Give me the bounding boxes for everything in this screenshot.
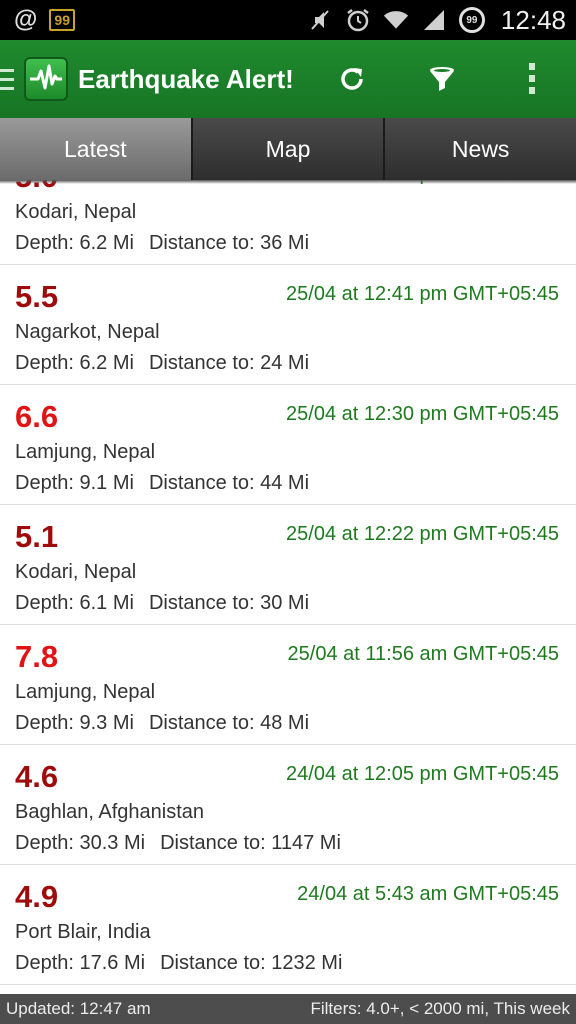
quake-location: Port Blair, India bbox=[15, 921, 151, 943]
quake-distance: Distance to: 48 Mi bbox=[148, 712, 310, 734]
quake-details: Depth: 9.3 Mi Distance to: 48 Mi bbox=[15, 712, 309, 735]
quake-details: Depth: 30.3 Mi Distance to: 1147 Mi bbox=[15, 832, 341, 855]
tab-shadow bbox=[0, 180, 576, 184]
quake-depth: Depth: 17.6 Mi bbox=[15, 952, 146, 974]
quake-location: Baghlan, Afghanistan bbox=[15, 801, 205, 823]
quake-location: Kodari, Nepal bbox=[15, 561, 137, 583]
quake-magnitude: 6.6 bbox=[15, 399, 59, 434]
quake-distance: Distance to: 30 Mi bbox=[148, 592, 310, 614]
quake-time: 25/04 at 12:41 pm GMT+05:45 bbox=[286, 283, 559, 305]
quake-distance: Distance to: 1232 Mi bbox=[160, 952, 343, 974]
overflow-menu-icon bbox=[529, 63, 535, 94]
quake-depth: Depth: 6.1 Mi bbox=[15, 592, 134, 614]
quake-depth: Depth: 9.3 Mi bbox=[15, 712, 134, 734]
refresh-icon bbox=[341, 68, 363, 90]
quake-magnitude: 4.6 bbox=[15, 759, 59, 794]
quake-time: 25/04 at 12:30 pm GMT+05:45 bbox=[286, 403, 559, 425]
tab-latest[interactable]: Latest bbox=[0, 118, 193, 180]
quake-list-item[interactable]: 5.0 25/04 at 12:52 pm GMT+05:45 Kodari, … bbox=[0, 180, 576, 265]
quake-list[interactable]: 5.0 25/04 at 12:52 pm GMT+05:45 Kodari, … bbox=[0, 180, 576, 994]
signal-icon bbox=[421, 7, 447, 33]
mute-icon bbox=[307, 7, 333, 33]
quake-depth: Depth: 6.2 Mi bbox=[15, 232, 134, 254]
action-bar: Earthquake Alert! bbox=[0, 40, 576, 118]
clock-time: 12:48 bbox=[500, 4, 566, 35]
quake-magnitude: 5.5 bbox=[15, 279, 59, 314]
quake-depth: Depth: 6.2 Mi bbox=[15, 352, 134, 374]
quake-location: Lamjung, Nepal bbox=[15, 681, 156, 703]
alarm-icon bbox=[345, 7, 371, 33]
app-title: Earthquake Alert! bbox=[78, 63, 294, 94]
quake-distance: Distance to: 24 Mi bbox=[148, 352, 310, 374]
tab-news[interactable]: News bbox=[385, 118, 576, 180]
quake-list-item[interactable]: 5.5 25/04 at 12:41 pm GMT+05:45 Nagarkot… bbox=[0, 265, 576, 385]
battery-icon: 99 bbox=[458, 7, 485, 33]
quake-details: Depth: 6.1 Mi Distance to: 30 Mi bbox=[15, 592, 309, 615]
quake-list-item[interactable]: 5.1 25/04 at 12:22 pm GMT+05:45 Kodari, … bbox=[0, 505, 576, 625]
overflow-menu-button[interactable] bbox=[500, 40, 564, 118]
quake-location: Nagarkot, Nepal bbox=[15, 321, 160, 343]
quake-details: Depth: 17.6 Mi Distance to: 1232 Mi bbox=[15, 952, 342, 975]
quake-magnitude: 7.8 bbox=[15, 639, 59, 674]
quake-details: Depth: 6.2 Mi Distance to: 36 Mi bbox=[15, 232, 309, 255]
tab-map[interactable]: Map bbox=[192, 118, 386, 180]
filter-button[interactable] bbox=[410, 40, 474, 118]
quake-time: 24/04 at 5:43 am GMT+05:45 bbox=[297, 883, 559, 905]
quake-list-item[interactable]: 4.6 24/04 at 12:05 pm GMT+05:45 Baghlan,… bbox=[0, 745, 576, 865]
quake-distance: Distance to: 44 Mi bbox=[148, 472, 310, 494]
notification-badge-icon: 99 bbox=[49, 9, 75, 31]
quake-time: 24/04 at 12:05 pm GMT+05:45 bbox=[286, 763, 559, 785]
status-bar-right: 99 12:48 bbox=[307, 5, 566, 36]
quake-details: Depth: 9.1 Mi Distance to: 44 Mi bbox=[15, 472, 309, 495]
tab-bar: Latest Map News bbox=[0, 118, 576, 180]
quake-time: 25/04 at 12:22 pm GMT+05:45 bbox=[286, 523, 559, 545]
menu-icon[interactable] bbox=[0, 40, 22, 118]
wifi-icon bbox=[383, 7, 409, 33]
quake-location: Kodari, Nepal bbox=[15, 201, 137, 223]
filter-icon bbox=[430, 67, 454, 91]
quake-list-item[interactable]: 6.6 25/04 at 12:30 pm GMT+05:45 Lamjung,… bbox=[0, 385, 576, 505]
app-logo-icon[interactable] bbox=[24, 57, 68, 101]
quake-magnitude: 4.9 bbox=[15, 879, 59, 914]
quake-distance: Distance to: 1147 Mi bbox=[160, 832, 341, 854]
filters-text: Filters: 4.0+, < 2000 mi, This week bbox=[310, 999, 570, 1018]
quake-time: 25/04 at 11:56 am GMT+05:45 bbox=[287, 643, 559, 665]
quake-details: Depth: 6.2 Mi Distance to: 24 Mi bbox=[15, 352, 309, 375]
at-icon: @ bbox=[14, 6, 38, 33]
quake-magnitude: 5.1 bbox=[15, 519, 59, 554]
quake-list-content: 5.0 25/04 at 12:52 pm GMT+05:45 Kodari, … bbox=[0, 180, 576, 985]
updated-text: Updated: 12:47 am bbox=[6, 999, 151, 1018]
status-bar-left: @ 99 bbox=[14, 6, 75, 34]
quake-depth: Depth: 30.3 Mi bbox=[15, 832, 146, 854]
quake-location: Lamjung, Nepal bbox=[15, 441, 156, 463]
status-footer: Updated: 12:47 am Filters: 4.0+, < 2000 … bbox=[0, 994, 576, 1024]
quake-list-item[interactable]: 7.8 25/04 at 11:56 am GMT+05:45 Lamjung,… bbox=[0, 625, 576, 745]
status-bar: @ 99 99 12:48 bbox=[0, 0, 576, 40]
refresh-button[interactable] bbox=[320, 40, 384, 118]
quake-depth: Depth: 9.1 Mi bbox=[15, 472, 134, 494]
quake-distance: Distance to: 36 Mi bbox=[148, 232, 310, 254]
quake-list-item[interactable]: 4.9 24/04 at 5:43 am GMT+05:45 Port Blai… bbox=[0, 865, 576, 985]
